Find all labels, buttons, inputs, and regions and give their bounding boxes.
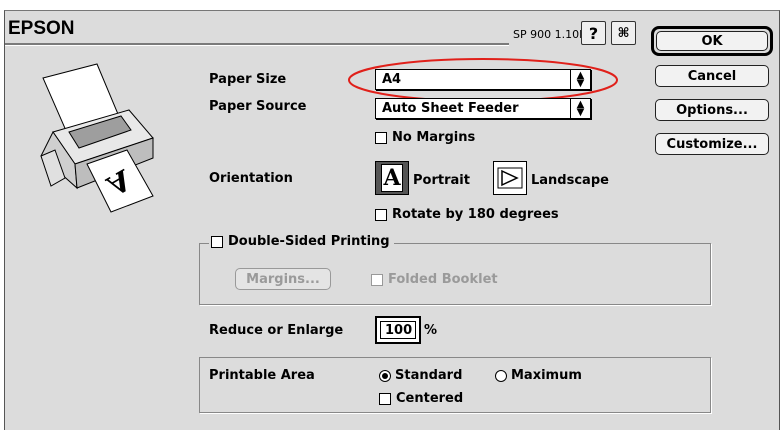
rotate-180-checkbox[interactable]: Rotate by 180 degrees bbox=[375, 207, 559, 222]
ok-button-ring: OK bbox=[651, 26, 773, 56]
preferences-icon: ⌘ bbox=[617, 25, 630, 41]
cancel-button[interactable]: Cancel bbox=[655, 65, 769, 87]
margins-button[interactable]: Margins... bbox=[235, 268, 331, 290]
rotate-180-label: Rotate by 180 degrees bbox=[392, 207, 559, 222]
help-icon: ? bbox=[588, 23, 599, 43]
ok-button[interactable]: OK bbox=[656, 31, 768, 51]
orientation-label: Orientation bbox=[209, 171, 293, 186]
paper-size-label: Paper Size bbox=[209, 72, 287, 87]
centered-label: Centered bbox=[396, 391, 464, 406]
maximum-radio[interactable]: Maximum bbox=[495, 368, 582, 383]
reduce-enlarge-input[interactable]: 100 bbox=[380, 321, 416, 339]
landscape-icon[interactable] bbox=[493, 161, 527, 195]
checkbox-box bbox=[379, 392, 391, 405]
maximum-label: Maximum bbox=[511, 368, 582, 383]
percent-unit: % bbox=[424, 323, 438, 338]
checkbox-box bbox=[375, 208, 387, 221]
popup-arrows-icon: ▲ ▼ bbox=[570, 99, 590, 118]
paper-source-value: Auto Sheet Feeder bbox=[382, 101, 519, 116]
epson-logo: EPSON bbox=[8, 18, 75, 39]
double-sided-label: Double-Sided Printing bbox=[228, 234, 390, 249]
version-label: SP 900 1.10E bbox=[513, 28, 587, 41]
reduce-enlarge-label: Reduce or Enlarge bbox=[209, 323, 344, 338]
radio-unselected-icon bbox=[495, 369, 507, 382]
customize-button[interactable]: Customize... bbox=[655, 133, 769, 155]
landscape-label[interactable]: Landscape bbox=[531, 173, 609, 188]
options-button[interactable]: Options... bbox=[655, 99, 769, 121]
checkbox-box bbox=[371, 273, 383, 286]
checkbox-box bbox=[375, 131, 387, 144]
portrait-label[interactable]: Portrait bbox=[413, 173, 470, 188]
printer-illustration-icon bbox=[40, 63, 154, 213]
standard-radio[interactable]: Standard bbox=[379, 368, 462, 383]
no-margins-label: No Margins bbox=[392, 130, 476, 145]
double-sided-checkbox[interactable]: Double-Sided Printing bbox=[209, 234, 394, 249]
centered-checkbox[interactable]: Centered bbox=[379, 391, 463, 406]
folded-booklet-checkbox[interactable]: Folded Booklet bbox=[371, 272, 498, 287]
checkbox-box bbox=[211, 235, 223, 248]
folded-booklet-label: Folded Booklet bbox=[388, 272, 498, 287]
paper-source-select[interactable]: Auto Sheet Feeder ▲ ▼ bbox=[375, 98, 591, 119]
radio-selected-icon bbox=[379, 369, 391, 382]
landscape-glyph-icon bbox=[497, 167, 523, 189]
page-setup-dialog: EPSON SP 900 1.10E ? ⌘ OK Cancel Options… bbox=[4, 10, 780, 430]
portrait-icon[interactable]: A bbox=[375, 161, 409, 195]
standard-label: Standard bbox=[395, 368, 463, 383]
help-button[interactable]: ? bbox=[581, 21, 606, 45]
reduce-enlarge-field-frame: 100 bbox=[375, 316, 421, 344]
paper-source-label: Paper Source bbox=[209, 99, 307, 114]
preferences-button[interactable]: ⌘ bbox=[611, 21, 636, 45]
portrait-letter: A bbox=[381, 164, 403, 192]
printable-area-label: Printable Area bbox=[209, 368, 315, 383]
no-margins-checkbox[interactable]: No Margins bbox=[375, 130, 475, 145]
